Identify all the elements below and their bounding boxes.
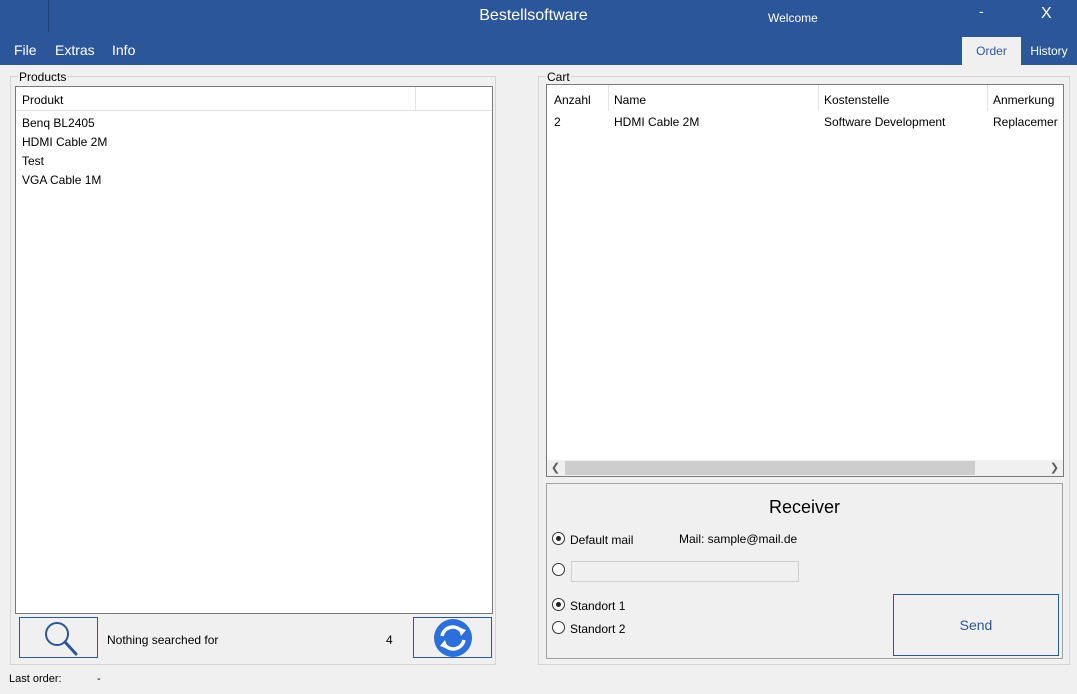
custom-mail-field[interactable]: [571, 561, 799, 582]
receiver-heading: Receiver: [768, 497, 841, 517]
column-divider: [415, 87, 416, 111]
search-status: Nothing searched for: [107, 633, 219, 647]
cart-cell-name: HDMI Cable 2M: [614, 115, 700, 129]
menu-info[interactable]: Info: [112, 42, 135, 58]
receiver-panel: Receiver Default mail Mail: sample@mail.…: [546, 483, 1063, 659]
products-group-label: Products: [18, 70, 68, 84]
products-list-header: Produkt: [16, 87, 492, 111]
column-header-anzahl[interactable]: Anzahl: [554, 93, 591, 107]
product-count: 4: [386, 633, 393, 647]
tab-order[interactable]: Order: [962, 37, 1021, 65]
cart-list[interactable]: Anzahl Name Kostenstelle Anmerkung 2 HDM…: [546, 84, 1064, 477]
default-mail-value: Mail: sample@mail.de: [679, 532, 798, 546]
scroll-left-icon[interactable]: ❮: [547, 460, 564, 476]
column-header-kostenstelle[interactable]: Kostenstelle: [824, 93, 889, 107]
title-bar: Bestellsoftware Welcome - X: [0, 0, 1077, 36]
default-mail-label[interactable]: Default mail: [570, 533, 633, 547]
column-divider: [608, 85, 609, 111]
standort2-radio[interactable]: [552, 621, 565, 634]
refresh-button[interactable]: [413, 617, 492, 658]
menu-file[interactable]: File: [14, 42, 37, 58]
standort2-label[interactable]: Standort 2: [570, 622, 625, 636]
minimize-button[interactable]: -: [979, 3, 984, 19]
horizontal-scrollbar[interactable]: ❮ ❯: [547, 460, 1063, 476]
cart-cell-anmerkung: Replacemer: [993, 115, 1058, 129]
last-order-label: Last order:: [9, 673, 62, 685]
magnifier-icon: [45, 622, 78, 656]
column-header-produkt[interactable]: Produkt: [22, 93, 63, 107]
welcome-text: Welcome: [768, 11, 818, 25]
cart-group-label: Cart: [546, 70, 571, 84]
product-item[interactable]: Test: [22, 152, 107, 171]
column-header-name[interactable]: Name: [614, 93, 646, 107]
custom-mail-radio[interactable]: [552, 563, 565, 576]
standort1-label[interactable]: Standort 1: [570, 599, 625, 613]
standort1-radio[interactable]: [552, 598, 565, 611]
close-button[interactable]: X: [1041, 5, 1052, 23]
last-order-value: -: [97, 673, 101, 685]
window-title: Bestellsoftware: [479, 7, 588, 24]
column-header-anmerkung[interactable]: Anmerkung: [993, 93, 1054, 107]
refresh-icon: [434, 619, 472, 657]
products-list[interactable]: Produkt Benq BL2405 HDMI Cable 2M Test V…: [15, 86, 493, 614]
cart-list-header: Anzahl Name Kostenstelle Anmerkung: [547, 85, 1063, 111]
cart-cell-anzahl: 2: [554, 115, 561, 129]
scroll-right-icon[interactable]: ❯: [1046, 460, 1063, 476]
cart-cell-kostenstelle: Software Development: [824, 115, 946, 129]
search-button[interactable]: [19, 617, 98, 658]
scrollbar-thumb[interactable]: [565, 461, 975, 475]
column-divider: [818, 85, 819, 111]
column-divider: [987, 85, 988, 111]
product-item[interactable]: HDMI Cable 2M: [22, 133, 107, 152]
products-rows: Benq BL2405 HDMI Cable 2M Test VGA Cable…: [22, 114, 107, 190]
default-mail-radio[interactable]: [552, 532, 565, 545]
menu-extras[interactable]: Extras: [55, 42, 95, 58]
product-item[interactable]: Benq BL2405: [22, 114, 107, 133]
product-item[interactable]: VGA Cable 1M: [22, 171, 107, 190]
tab-history[interactable]: History: [1021, 37, 1077, 65]
menu-bar: File Extras Info Order History: [0, 36, 1077, 65]
app-window: Bestellsoftware Welcome - X File Extras …: [0, 0, 1077, 694]
send-button[interactable]: Send: [893, 594, 1059, 656]
